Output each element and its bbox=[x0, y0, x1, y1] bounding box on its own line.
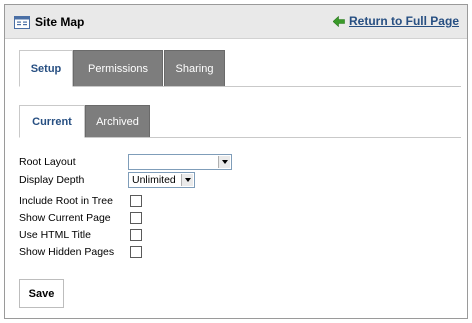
main-tab-bar: Setup Permissions Sharing bbox=[19, 50, 461, 87]
portlet-title: Site Map bbox=[35, 15, 85, 29]
include-root-row: Include Root in Tree bbox=[19, 193, 459, 210]
show-hidden-checkbox[interactable] bbox=[130, 246, 142, 258]
tab-sharing[interactable]: Sharing bbox=[164, 50, 225, 86]
show-current-label: Show Current Page bbox=[19, 212, 111, 224]
display-depth-label: Display Depth bbox=[19, 174, 85, 186]
tab-current[interactable]: Current bbox=[19, 105, 85, 138]
sitemap-icon bbox=[14, 16, 30, 29]
root-layout-label: Root Layout bbox=[19, 156, 76, 168]
tab-current-label: Current bbox=[32, 115, 72, 128]
portlet-titlebar: Site Map Return to Full Page bbox=[5, 5, 467, 39]
display-depth-select[interactable]: Unlimited bbox=[128, 172, 195, 188]
root-layout-row: Root Layout bbox=[19, 154, 459, 171]
display-depth-row: Display Depth Unlimited bbox=[19, 172, 459, 189]
show-hidden-label: Show Hidden Pages bbox=[19, 246, 115, 258]
show-current-checkbox[interactable] bbox=[130, 212, 142, 224]
sub-tab-bar: Current Archived bbox=[19, 105, 461, 138]
tab-archived[interactable]: Archived bbox=[85, 105, 150, 137]
return-to-full-page-link[interactable]: Return to Full Page bbox=[332, 14, 459, 28]
chevron-down-icon bbox=[181, 174, 193, 186]
display-depth-value: Unlimited bbox=[132, 174, 176, 186]
site-map-portlet: Site Map Return to Full Page Setup Permi… bbox=[4, 4, 468, 319]
save-button[interactable]: Save bbox=[19, 279, 64, 308]
tab-setup[interactable]: Setup bbox=[19, 50, 73, 87]
tab-sharing-label: Sharing bbox=[175, 62, 214, 75]
return-link-label[interactable]: Return to Full Page bbox=[349, 14, 459, 28]
tab-archived-label: Archived bbox=[96, 115, 139, 128]
root-layout-select[interactable] bbox=[128, 154, 232, 170]
use-html-title-checkbox[interactable] bbox=[130, 229, 142, 241]
green-back-arrow-icon bbox=[332, 15, 345, 27]
include-root-label: Include Root in Tree bbox=[19, 195, 113, 207]
tab-permissions[interactable]: Permissions bbox=[73, 50, 163, 86]
include-root-checkbox[interactable] bbox=[130, 195, 142, 207]
tab-setup-label: Setup bbox=[30, 62, 62, 75]
show-hidden-row: Show Hidden Pages bbox=[19, 244, 459, 261]
use-html-title-row: Use HTML Title bbox=[19, 227, 459, 244]
tab-permissions-label: Permissions bbox=[88, 62, 148, 75]
use-html-title-label: Use HTML Title bbox=[19, 229, 91, 241]
show-current-row: Show Current Page bbox=[19, 210, 459, 227]
chevron-down-icon bbox=[218, 156, 230, 168]
